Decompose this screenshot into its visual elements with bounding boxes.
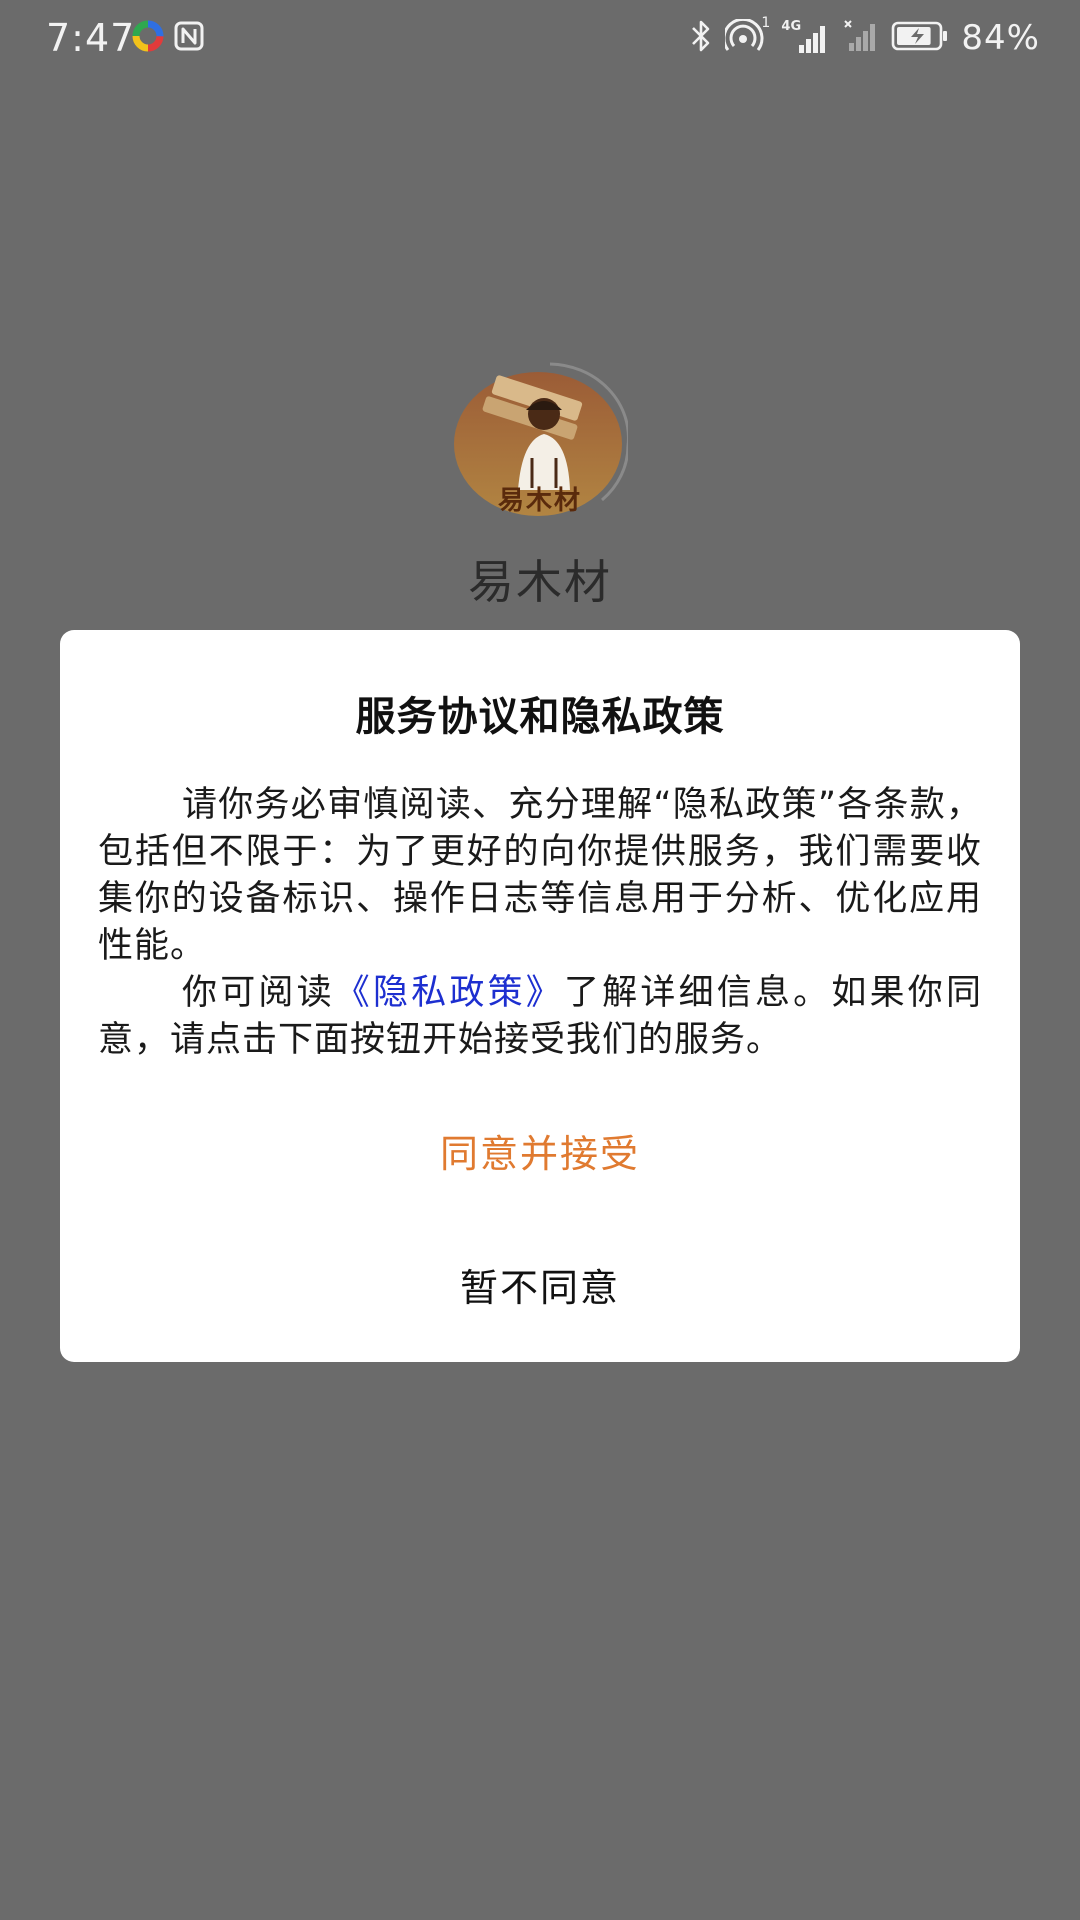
battery-percent: 84% — [961, 18, 1040, 58]
privacy-policy-link[interactable]: 《隐私政策》 — [335, 973, 564, 1013]
dialog-body: 请你务必审慎阅读、充分理解“隐私政策”各条款，包括但不限于：为了更好的向你提供服… — [98, 782, 982, 1064]
dialog-paragraph-1: 请你务必审慎阅读、充分理解“隐私政策”各条款，包括但不限于：为了更好的向你提供服… — [98, 785, 982, 966]
hotspot-badge: 1 — [761, 15, 771, 31]
hotspot-icon: 1 — [722, 15, 770, 57]
dialog-title: 服务协议和隐私政策 — [355, 694, 725, 740]
nfc-icon — [174, 21, 204, 55]
app-logo: 易木材 — [452, 362, 630, 522]
paragraph-2-prefix: 你可阅读 — [182, 973, 335, 1013]
multicolor-app-icon — [132, 20, 164, 56]
status-time: 7:47 — [46, 16, 136, 60]
agree-button[interactable]: 同意并接受 — [340, 1110, 740, 1190]
privacy-dialog: 服务协议和隐私政策 请你务必审慎阅读、充分理解“隐私政策”各条款，包括但不限于：… — [60, 630, 1020, 1362]
status-right-icons: 1 4G 84% — [689, 14, 1040, 62]
signal-4g-icon: 4G — [781, 19, 831, 55]
app-name: 易木材 — [468, 555, 612, 609]
disagree-button[interactable]: 暂不同意 — [340, 1244, 740, 1324]
dialog-paragraph-2: 你可阅读《隐私政策》了解详细信息。如果你同意，请点击下面按钮开始接受我们的服务。 — [98, 970, 982, 1064]
status-left-icons — [132, 20, 204, 56]
signal-no-service-icon — [843, 19, 879, 57]
bluetooth-icon — [689, 19, 713, 57]
logo-text: 易木材 — [497, 486, 582, 516]
screen: 7:47 1 4G 84% 易木材 易木材 服务协议和隐私政策 请你务必审慎阅读… — [0, 0, 1080, 1920]
status-bar: 7:47 1 4G 84% — [0, 0, 1080, 76]
battery-charging-icon — [891, 20, 949, 56]
